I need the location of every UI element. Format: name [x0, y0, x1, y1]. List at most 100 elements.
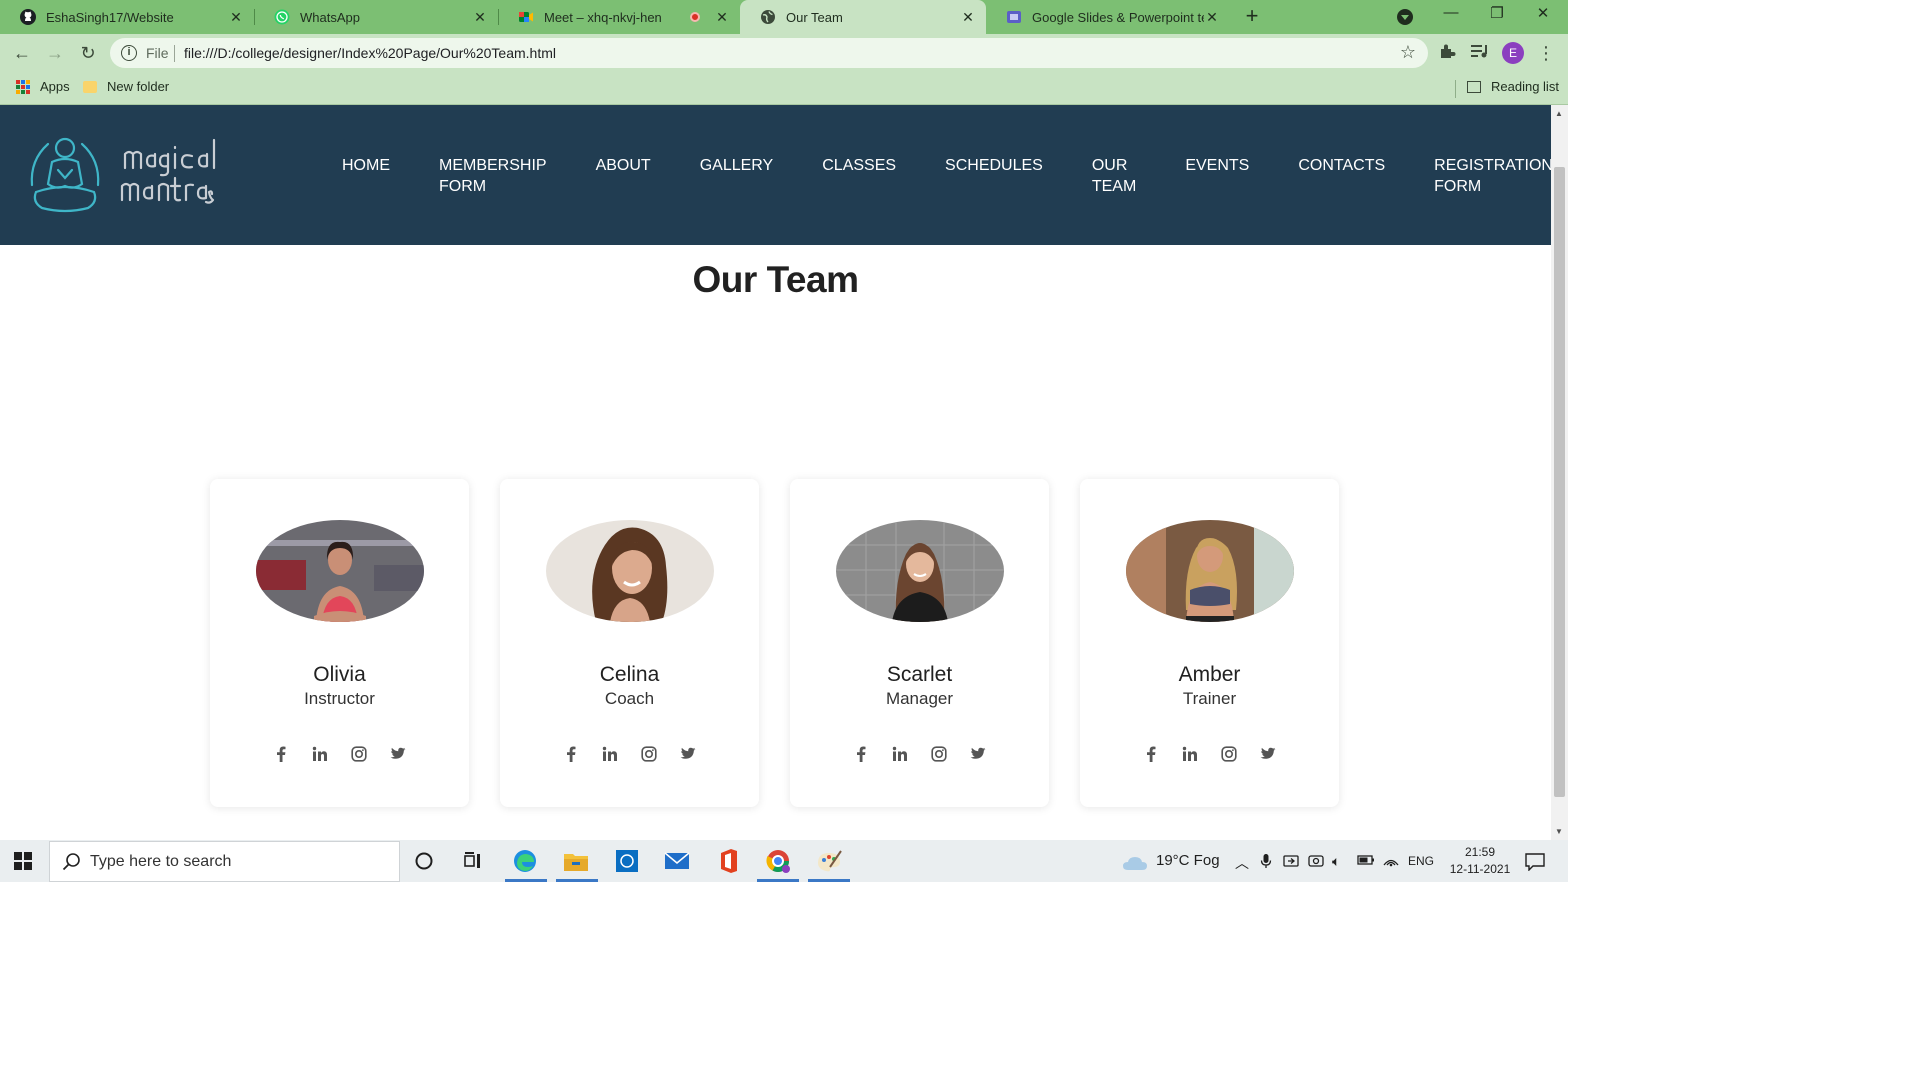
close-tab-icon[interactable]: ✕: [714, 9, 730, 26]
extensions-icon[interactable]: [1436, 42, 1458, 64]
mail-icon[interactable]: [664, 848, 690, 874]
battery-icon[interactable]: [1357, 853, 1375, 869]
address-bar[interactable]: i File file:///D:/college/designer/Index…: [110, 38, 1428, 68]
microphone-icon[interactable]: [1260, 853, 1272, 872]
chrome-icon[interactable]: [765, 848, 791, 874]
bookmark-star-icon[interactable]: ☆: [1400, 42, 1416, 63]
taskbar-search[interactable]: Type here to search: [49, 841, 400, 882]
team-card: Olivia Instructor: [210, 479, 469, 807]
url-text[interactable]: file:///D:/college/designer/Index%20Page…: [184, 45, 556, 61]
language-indicator[interactable]: ENG: [1408, 854, 1434, 868]
instagram-icon[interactable]: [929, 745, 949, 763]
linkedin-icon[interactable]: [890, 745, 910, 763]
new-tab-icon[interactable]: +: [1240, 5, 1264, 29]
linkedin-icon[interactable]: [1180, 745, 1200, 763]
active-app-indicator: [757, 879, 799, 882]
tab-slides[interactable]: Google Slides & Powerpoint tem ✕: [986, 0, 1230, 34]
dell-app-icon[interactable]: [614, 848, 640, 874]
linkedin-icon[interactable]: [600, 745, 620, 763]
nav-events[interactable]: EVENTS: [1185, 155, 1249, 197]
close-tab-icon[interactable]: ✕: [960, 9, 976, 26]
facebook-icon[interactable]: [1141, 745, 1161, 763]
restore-icon[interactable]: ❐: [1474, 4, 1520, 28]
system-clock[interactable]: 21:59 12-11-2021: [1440, 844, 1520, 878]
edge-icon[interactable]: [512, 848, 538, 874]
reading-list-icon: [1467, 80, 1481, 93]
tab-github[interactable]: EshaSingh17/Website ✕: [0, 0, 254, 34]
scrollbar-thumb[interactable]: [1554, 167, 1565, 797]
wifi-icon[interactable]: [1382, 853, 1400, 870]
office-icon[interactable]: [715, 848, 741, 874]
camera-icon[interactable]: [1308, 853, 1324, 870]
close-tab-icon[interactable]: ✕: [228, 9, 244, 26]
task-view-icon[interactable]: [461, 848, 487, 874]
tab-title: Google Slides & Powerpoint tem: [1032, 9, 1204, 25]
divider: [1455, 80, 1456, 98]
tab-title: Meet – xhq-nkvj-hen: [544, 9, 662, 25]
instagram-icon[interactable]: [1219, 745, 1239, 763]
facebook-icon[interactable]: [561, 745, 581, 763]
tab-our-team[interactable]: Our Team ✕: [740, 0, 986, 34]
tab-whatsapp[interactable]: WhatsApp ✕: [254, 0, 498, 34]
file-explorer-icon[interactable]: [563, 848, 589, 874]
site-info-icon[interactable]: i: [121, 45, 137, 61]
search-icon: [62, 853, 80, 871]
twitter-icon[interactable]: [1258, 745, 1278, 763]
scroll-up-icon[interactable]: ▲: [1555, 109, 1563, 118]
nav-membership-form[interactable]: MEMBERSHIP FORM: [439, 155, 547, 197]
facebook-icon[interactable]: [851, 745, 871, 763]
tab-search-icon[interactable]: [1397, 9, 1413, 25]
volume-icon[interactable]: 🔈︎: [1332, 853, 1340, 870]
team-card: Scarlet Manager: [790, 479, 1049, 807]
show-hidden-icons-icon[interactable]: ︿: [1235, 853, 1249, 873]
forward-icon[interactable]: →: [44, 42, 66, 64]
cortana-icon[interactable]: [411, 848, 437, 874]
active-app-indicator: [556, 879, 598, 882]
nav-gallery[interactable]: GALLERY: [700, 155, 774, 197]
facebook-icon[interactable]: [271, 745, 291, 763]
nav-schedules[interactable]: SCHEDULES: [945, 155, 1043, 197]
paint-icon[interactable]: [816, 848, 842, 874]
reading-list-button[interactable]: Reading list: [1467, 79, 1559, 94]
globe-icon: [760, 9, 776, 25]
tab-meet[interactable]: Meet – xhq-nkvj-hen ✕: [498, 0, 740, 34]
linkedin-icon[interactable]: [310, 745, 330, 763]
weather-text[interactable]: 19°C Fog: [1156, 852, 1220, 869]
nav-classes[interactable]: CLASSES: [822, 155, 896, 197]
media-control-icon[interactable]: [1469, 42, 1491, 64]
reading-list-label: Reading list: [1491, 79, 1559, 94]
member-name: Scarlet: [886, 663, 953, 686]
close-tab-icon[interactable]: ✕: [1204, 9, 1220, 26]
bookmark-new-folder[interactable]: New folder: [83, 79, 169, 94]
whatsapp-icon: [274, 9, 290, 25]
instagram-icon[interactable]: [639, 745, 659, 763]
site-logo[interactable]: [28, 130, 218, 225]
notification-center-icon[interactable]: [1522, 849, 1548, 875]
nav-home[interactable]: HOME: [342, 155, 390, 197]
meet-present-icon[interactable]: [1283, 853, 1299, 872]
member-name: Olivia: [313, 663, 366, 686]
reload-icon[interactable]: ↻: [77, 42, 99, 64]
back-icon[interactable]: ←: [11, 42, 33, 64]
twitter-icon[interactable]: [388, 745, 408, 763]
member-role: Trainer: [1182, 689, 1237, 708]
minimize-icon[interactable]: —: [1428, 4, 1474, 28]
scroll-down-icon[interactable]: ▼: [1555, 827, 1563, 836]
twitter-icon[interactable]: [968, 745, 988, 763]
nav-contacts[interactable]: CONTACTS: [1298, 155, 1385, 197]
google-meet-icon: [518, 9, 534, 25]
nav-registration-form[interactable]: REGISTRATION FORM: [1434, 155, 1551, 197]
close-tab-icon[interactable]: ✕: [472, 9, 488, 26]
profile-avatar[interactable]: E: [1502, 42, 1524, 64]
windows-start-icon[interactable]: [14, 852, 32, 870]
team-member-photo: [546, 520, 714, 622]
menu-kebab-icon[interactable]: ⋮: [1535, 42, 1557, 64]
bookmark-apps[interactable]: Apps: [16, 79, 70, 94]
page-scrollbar[interactable]: ▲ ▼: [1551, 105, 1568, 840]
instagram-icon[interactable]: [349, 745, 369, 763]
close-window-icon[interactable]: ✕: [1520, 4, 1566, 28]
nav-about[interactable]: ABOUT: [596, 155, 651, 197]
nav-our-team[interactable]: OUR TEAM: [1092, 155, 1136, 197]
twitter-icon[interactable]: [678, 745, 698, 763]
weather-cloud-icon[interactable]: [1122, 850, 1148, 876]
